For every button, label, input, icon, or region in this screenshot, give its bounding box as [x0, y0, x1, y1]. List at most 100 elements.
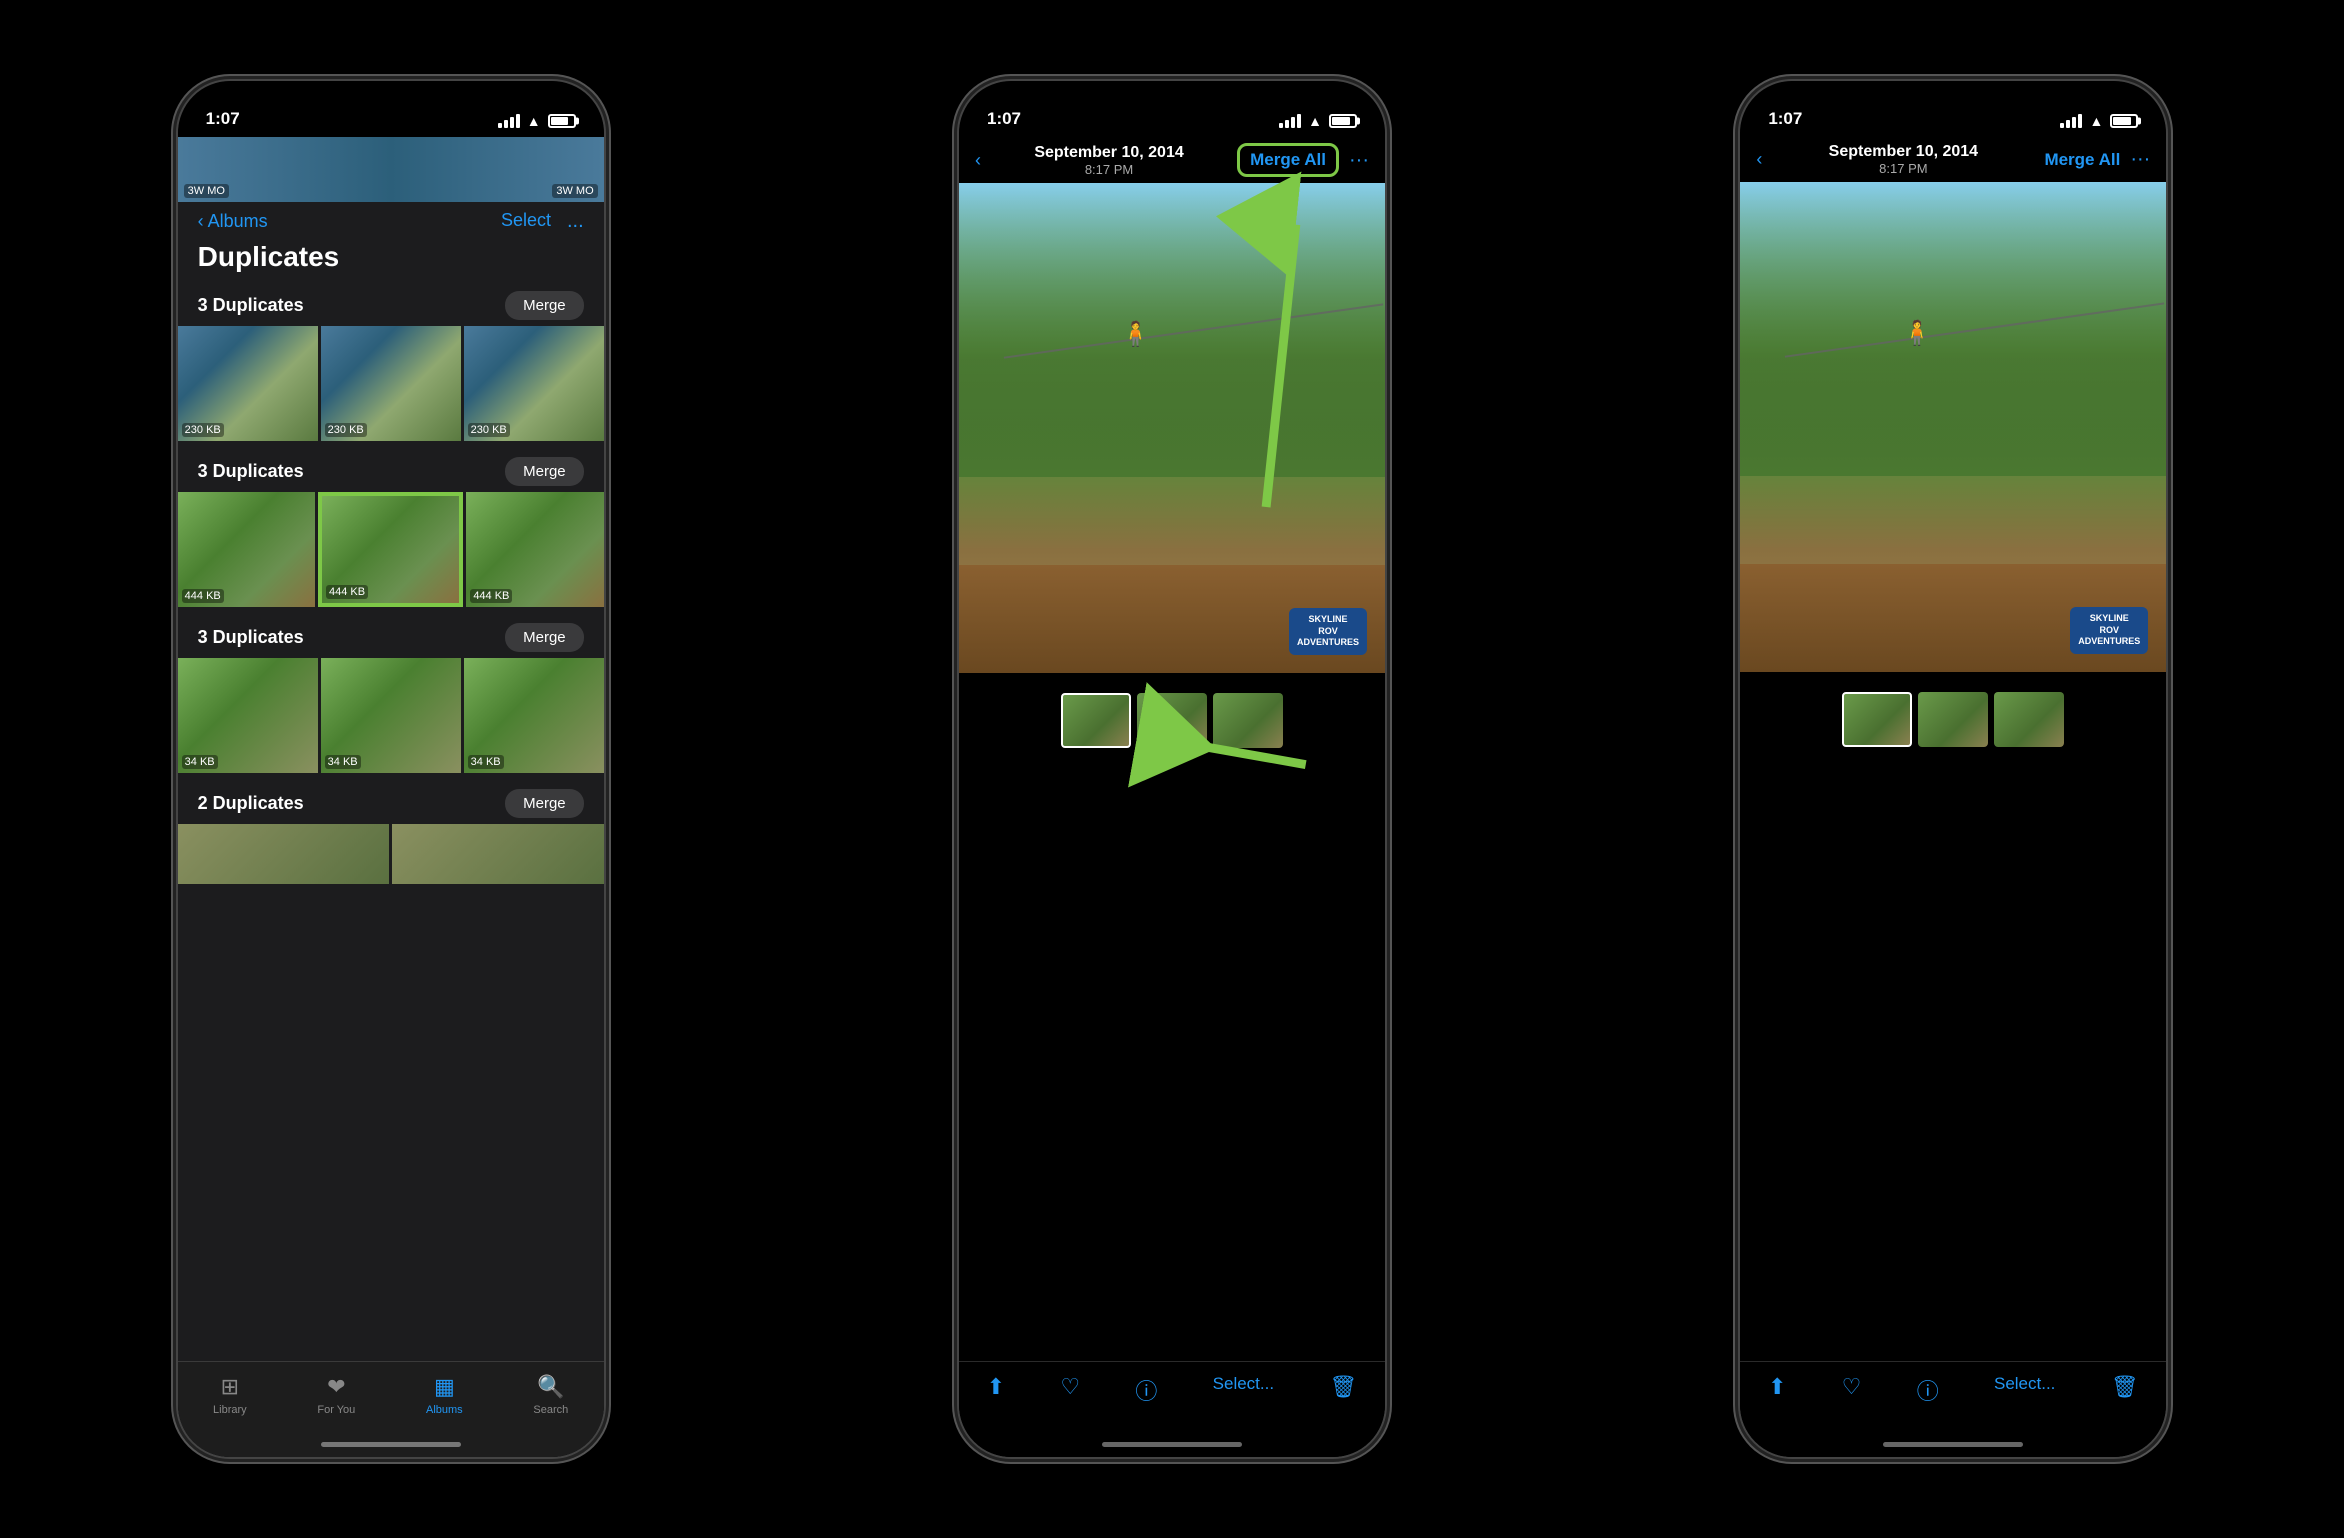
select-btn-3[interactable]: Select...: [1994, 1374, 2055, 1394]
strip-thumb-3-1[interactable]: [1842, 692, 1912, 747]
home-indicator-1: [321, 1442, 461, 1447]
detail-nav-3: ‹ September 10, 2014 8:17 PM Merge All ·…: [1740, 137, 2166, 182]
merge-all-btn-2[interactable]: Merge All: [1237, 143, 1339, 177]
merge-btn-1[interactable]: Merge: [505, 291, 584, 320]
status-time-1: 1:07: [206, 109, 240, 129]
photo-4-1[interactable]: [178, 824, 390, 884]
photos-row-4: [178, 824, 604, 884]
dup-count-4: 2 Duplicates: [198, 793, 304, 814]
strip-thumb-2-1[interactable]: [1061, 693, 1131, 748]
info-btn-2[interactable]: ⓘ: [1135, 1374, 1157, 1406]
strip-thumb-3-2[interactable]: [1918, 692, 1988, 747]
heart-btn-2[interactable]: ♡: [1060, 1374, 1080, 1400]
notch-1: [311, 81, 471, 117]
photo-2-1[interactable]: 444 KB: [178, 492, 315, 607]
page-title-1: Duplicates: [178, 241, 604, 281]
signal-icon-3: [2060, 114, 2082, 128]
photo-2-2[interactable]: 444 KB: [318, 492, 463, 607]
photo-strip-2: [959, 673, 1385, 764]
photo-size-2-2: 444 KB: [326, 585, 368, 599]
phone-frame-2: 1:07 ▲ ‹: [957, 79, 1387, 1459]
detail-time-2: 8:17 PM: [981, 162, 1237, 177]
photo-3-3[interactable]: 34 KB: [464, 658, 604, 773]
share-btn-2[interactable]: ⬆: [987, 1374, 1005, 1400]
top-partial-image: 3W MO 3W MO: [178, 137, 604, 202]
wifi-icon-2: ▲: [1308, 113, 1322, 129]
tab-foryou-label: For You: [317, 1404, 355, 1416]
heart-btn-3[interactable]: ♡: [1842, 1374, 1862, 1400]
select-btn-2[interactable]: Select...: [1213, 1374, 1274, 1394]
battery-icon-1: [548, 114, 576, 128]
photo-size-3-2: 34 KB: [325, 755, 361, 769]
delete-btn-2[interactable]: 🗑: [1329, 1374, 1357, 1400]
tab-library[interactable]: ⊞ Library: [213, 1374, 247, 1416]
status-icons-3: ▲: [2060, 113, 2138, 129]
albums-icon: ▦: [434, 1374, 455, 1400]
more-btn-1[interactable]: ...: [567, 210, 584, 233]
phone-screen-3: 1:07 ▲ ‹: [1740, 81, 2166, 1457]
library-icon: ⊞: [221, 1374, 239, 1400]
tab-albums[interactable]: ▦ Albums: [426, 1374, 463, 1416]
strip-thumb-2-3[interactable]: [1213, 693, 1283, 748]
battery-icon-2: [1329, 114, 1357, 128]
dup-count-2: 3 Duplicates: [198, 461, 304, 482]
photo-4-2[interactable]: [392, 824, 604, 884]
status-time-2: 1:07: [987, 109, 1021, 129]
phone-2-wrapper: 1:07 ▲ ‹: [957, 79, 1387, 1459]
photo-1-2[interactable]: 230 KB: [321, 326, 461, 441]
photo-size-2-3: 444 KB: [470, 589, 512, 603]
wifi-icon-3: ▲: [2089, 113, 2103, 129]
delete-btn-3[interactable]: 🗑: [2111, 1374, 2139, 1400]
share-btn-3[interactable]: ⬆: [1768, 1374, 1786, 1400]
info-btn-3[interactable]: ⓘ: [1917, 1374, 1939, 1406]
strip-thumb-3-3[interactable]: [1994, 692, 2064, 747]
dup-header-2: 3 Duplicates Merge: [178, 447, 604, 492]
signal-icon-1: [498, 114, 520, 128]
detail-nav-center-3: September 10, 2014 8:17 PM: [1762, 143, 2044, 176]
dup-group-1: 3 Duplicates Merge 230 KB 230 KB 230 KB: [178, 281, 604, 441]
phone-1: 1:07 ▲ 3W MO: [176, 79, 606, 1459]
photos-row-1: 230 KB 230 KB 230 KB: [178, 326, 604, 441]
merge-btn-3[interactable]: Merge: [505, 623, 584, 652]
tab-foryou[interactable]: ❤ For You: [317, 1374, 355, 1416]
photo-1-3[interactable]: 230 KB: [464, 326, 604, 441]
status-icons-2: ▲: [1279, 113, 1357, 129]
phone-frame-3: 1:07 ▲ ‹: [1738, 79, 2168, 1459]
dup-group-2: 3 Duplicates Merge 444 KB 444 KB 444 KB: [178, 447, 604, 607]
detail-date-3: September 10, 2014: [1762, 143, 2044, 161]
phone2-content: ‹ September 10, 2014 8:17 PM Merge All ·…: [959, 137, 1385, 1457]
photo-size-1-1: 230 KB: [182, 423, 224, 437]
signal-icon-2: [1279, 114, 1301, 128]
foryou-icon: ❤: [327, 1374, 345, 1400]
photo-strip-3: [1740, 672, 2166, 763]
detail-date-2: September 10, 2014: [981, 144, 1237, 162]
wifi-icon-1: ▲: [527, 113, 541, 129]
phone-screen-1: 1:07 ▲ 3W MO: [178, 81, 604, 1457]
photo-2-3[interactable]: 444 KB: [466, 492, 603, 607]
tab-albums-label: Albums: [426, 1404, 463, 1416]
photo-size-3-1: 34 KB: [182, 755, 218, 769]
phone-frame-1: 1:07 ▲ 3W MO: [176, 79, 606, 1459]
strip-thumb-2-2[interactable]: [1137, 693, 1207, 748]
select-btn-1[interactable]: Select: [501, 210, 551, 233]
dup-count-1: 3 Duplicates: [198, 295, 304, 316]
back-albums-btn[interactable]: ‹ Albums: [198, 211, 268, 232]
merge-btn-4[interactable]: Merge: [505, 789, 584, 818]
tab-search[interactable]: 🔍 Search: [533, 1374, 568, 1416]
photo-1-1[interactable]: 230 KB: [178, 326, 318, 441]
photo-size-1-2: 230 KB: [325, 423, 367, 437]
more-btn-2[interactable]: ···: [1349, 149, 1369, 172]
dup-count-3: 3 Duplicates: [198, 627, 304, 648]
photo-3-1[interactable]: 34 KB: [178, 658, 318, 773]
merge-all-btn-3[interactable]: Merge All: [2044, 150, 2120, 170]
notch-2: [1092, 81, 1252, 117]
photo-3-2[interactable]: 34 KB: [321, 658, 461, 773]
more-btn-3[interactable]: ···: [2130, 148, 2150, 171]
main-photo-2: 🧍 SKYLINEROVADVENTURES: [959, 183, 1385, 673]
skyline-logo-3: SKYLINEROVADVENTURES: [2070, 607, 2148, 654]
photo-size-2-1: 444 KB: [182, 589, 224, 603]
phone3-content: ‹ September 10, 2014 8:17 PM Merge All ·…: [1740, 137, 2166, 1457]
battery-icon-3: [2110, 114, 2138, 128]
merge-btn-2[interactable]: Merge: [505, 457, 584, 486]
dup-header-3: 3 Duplicates Merge: [178, 613, 604, 658]
